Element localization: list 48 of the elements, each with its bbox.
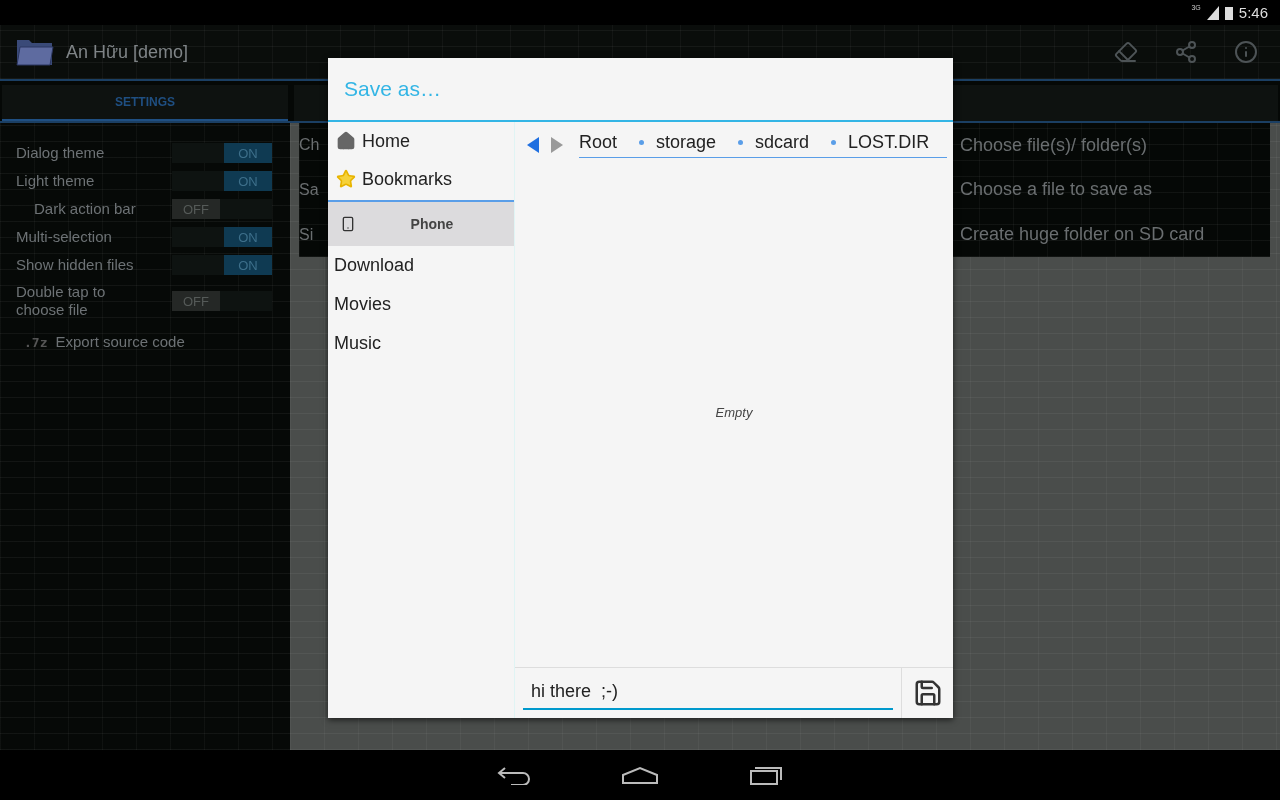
action-item[interactable]: Choose a file to save as [960, 179, 1270, 201]
folder-item[interactable]: Music [328, 324, 514, 363]
star-icon [336, 169, 356, 189]
share-icon[interactable] [1174, 40, 1198, 64]
clock: 5:46 [1238, 4, 1268, 21]
dialog-title: Save as… [328, 58, 953, 122]
separator-dot [639, 140, 645, 145]
toggle-switch[interactable]: ON [172, 171, 272, 191]
signal-icon [1206, 5, 1219, 20]
archive-label: .7z [24, 334, 48, 350]
breadcrumb[interactable]: storage [656, 132, 717, 153]
battery-icon [1224, 5, 1233, 20]
export-link[interactable]: Export source code [55, 333, 185, 351]
toggle-switch[interactable]: ON [172, 227, 272, 247]
setting-label: Double tap to choose file [16, 283, 107, 319]
forward-arrow-icon[interactable] [549, 136, 565, 154]
folder-item[interactable]: Download [328, 246, 514, 285]
storage-item[interactable]: Phone [328, 200, 514, 246]
tab[interactable]: SETTINGS [2, 85, 288, 121]
back-icon[interactable] [497, 765, 531, 785]
toggle-switch[interactable]: ON [172, 255, 272, 275]
toggle-switch[interactable]: ON [172, 143, 272, 163]
breadcrumb[interactable]: sdcard [755, 132, 810, 153]
app-title: An Hữu [demo] [66, 41, 190, 63]
setting-label: Dialog theme [16, 144, 106, 162]
setting-label: Show hidden files [16, 256, 135, 274]
breadcrumb[interactable]: Root [579, 132, 618, 153]
home-icon[interactable] [621, 766, 659, 784]
phone-icon [340, 216, 356, 232]
setting-label: Multi-selection [16, 228, 113, 246]
breadcrumb[interactable]: LOST.DIR [848, 132, 930, 153]
folder-icon [16, 37, 54, 67]
empty-message: Empty [715, 405, 753, 420]
folder-item[interactable]: Movies [328, 285, 514, 324]
info-icon[interactable] [1234, 40, 1258, 64]
back-arrow-icon[interactable] [525, 136, 541, 154]
place-item[interactable]: Bookmarks [328, 160, 514, 198]
setting-label: Light theme [16, 172, 96, 190]
separator-dot [738, 140, 744, 145]
filename-field[interactable]: hi there ;-) [523, 676, 893, 710]
place-item[interactable]: Home [328, 122, 514, 160]
setting-label: Dark action bar [34, 200, 137, 218]
action-item[interactable]: Choose file(s)/ folder(s) [960, 134, 1270, 156]
house-icon [336, 131, 356, 151]
action-item[interactable]: Create huge folder on SD card [960, 224, 1270, 246]
recent-apps-icon[interactable] [749, 765, 783, 785]
eraser-icon[interactable] [1114, 40, 1138, 64]
separator-dot [831, 140, 837, 145]
